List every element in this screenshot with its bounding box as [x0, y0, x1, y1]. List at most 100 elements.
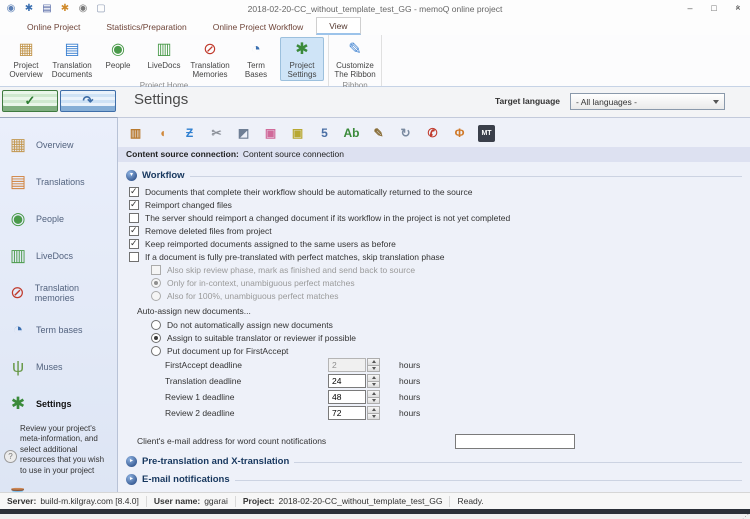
spinner-up-button[interactable] [367, 358, 380, 366]
sidebar-item-label: People [36, 214, 64, 224]
resize-grip[interactable]: ⋰ [742, 513, 749, 519]
checkbox-label[interactable]: Remove deleted files from project [145, 226, 272, 236]
penalty-settings-icon[interactable]: ✆ [424, 125, 441, 142]
skip-option-label[interactable]: Also skip review phase, mark as finished… [167, 265, 415, 275]
skip-option-control[interactable] [151, 291, 161, 301]
maximize-button[interactable]: □ [702, 1, 726, 17]
memoq-app-icon[interactable]: ◉ [5, 3, 17, 15]
qa-settings-icon[interactable]: ↻ [397, 125, 414, 142]
sidebar-item-muses[interactable]: ψ Muses [0, 348, 117, 385]
project-list-icon[interactable]: ▤ [41, 3, 53, 15]
client-email-input[interactable] [455, 434, 575, 449]
fonts-settings-icon[interactable]: Φ [451, 125, 468, 142]
lqa-settings-icon[interactable]: ✎ [370, 125, 387, 142]
target-language-dropdown[interactable]: - All languages - [570, 93, 725, 110]
communication-settings-icon[interactable]: ◖ [154, 125, 171, 142]
sidebar-item-icon: ◔ [5, 320, 31, 340]
new-document-icon[interactable]: ▢ [95, 3, 107, 15]
ribbon-button-label: LiveDocs [148, 61, 181, 70]
server-connect-icon[interactable]: ✱ [23, 3, 35, 15]
window-controls: – □ × [678, 1, 750, 17]
skip-option-control[interactable] [151, 265, 161, 275]
checkbox-label[interactable]: The server should reimport a changed doc… [145, 213, 510, 223]
sidebar-item-overview[interactable]: ▦ Overview [0, 126, 117, 163]
people-button[interactable]: ◉ People [96, 37, 140, 81]
section-email-notifications[interactable]: ▸ E-mail notifications [126, 473, 742, 486]
machine-translation-icon[interactable]: MT [478, 125, 495, 142]
radio-label[interactable]: Put document up for FirstAccept [167, 346, 288, 356]
sidebar-item-translations[interactable]: ▤ Translations [0, 163, 117, 200]
checkbox-label[interactable]: Reimport changed files [145, 200, 232, 210]
close-button[interactable]: × [726, 1, 750, 17]
section-pre-translation[interactable]: ▸ Pre-translation and X-translation [126, 455, 742, 468]
deadline-input[interactable]: 2 [328, 358, 366, 372]
spinner-up-button[interactable] [367, 390, 380, 398]
checkbox[interactable] [129, 252, 139, 262]
term-bases-button[interactable]: ◔ Term Bases [234, 37, 278, 81]
spinner-down-button[interactable] [367, 366, 380, 373]
filter-configurations-icon[interactable]: ▣ [289, 125, 306, 142]
livedocs-button[interactable]: ▥ LiveDocs [142, 37, 186, 81]
spinner-down-button[interactable] [367, 398, 380, 405]
ribbon-tab[interactable]: Online Project Workflow [200, 18, 317, 35]
project-settings-button[interactable]: ✱ Project Settings [280, 37, 324, 81]
checkbox-label[interactable]: Documents that complete their workflow s… [145, 187, 472, 197]
radio-button[interactable] [151, 346, 161, 356]
skip-option-control[interactable] [151, 278, 161, 288]
server-settings-gear-icon[interactable]: ✱ [59, 3, 71, 15]
segmentation-rules-icon[interactable]: ✂ [208, 125, 225, 142]
workflow-checkbox-row: The server should reimport a changed doc… [129, 211, 750, 224]
spinner-up-button[interactable] [367, 374, 380, 382]
sidebar-item-icon: ⊘ [5, 283, 30, 303]
deadline-input[interactable]: 24 [328, 374, 366, 388]
radio-label[interactable]: Do not automatically assign new document… [167, 320, 333, 330]
page-header: ✓ ↷ Settings Target language - All langu… [0, 87, 750, 117]
category-label: Content source connection: [126, 149, 239, 159]
deadline-input[interactable]: 48 [328, 390, 366, 404]
sidebar-item-people[interactable]: ◉ People [0, 200, 117, 237]
spelling-settings-icon[interactable]: Ab [343, 125, 360, 142]
apply-button[interactable]: ✓ [2, 90, 58, 112]
ribbon-tab[interactable]: Statistics/Preparation [93, 18, 199, 35]
radio-button[interactable] [151, 333, 161, 343]
sidebar-item-translation-memories[interactable]: ⊘ Translation memories [0, 274, 117, 311]
auto-translation-rules-icon[interactable]: ◩ [235, 125, 252, 142]
sidebar-item-livedocs[interactable]: ▥ LiveDocs [0, 237, 117, 274]
checkbox[interactable] [129, 200, 139, 210]
section-workflow-header[interactable]: ▾ Workflow [126, 170, 742, 181]
spinner-down-button[interactable] [367, 414, 380, 421]
checkbox[interactable] [129, 213, 139, 223]
export-path-rules-icon[interactable]: ▣ [262, 125, 279, 142]
people-quick-icon[interactable]: ◉ [77, 3, 89, 15]
translation-memories-button[interactable]: ⊘ Translation Memories [188, 37, 232, 81]
customize-ribbon-button[interactable]: ✎ Customize The Ribbon [333, 37, 377, 81]
skip-option-label[interactable]: Only for in-context, unambiguous perfect… [167, 278, 355, 288]
workflow-checkbox-row: Documents that complete their workflow s… [129, 185, 750, 198]
spinner-up-button[interactable] [367, 406, 380, 414]
checkbox[interactable] [129, 239, 139, 249]
deadline-input[interactable]: 72 [328, 406, 366, 420]
ribbon-tab[interactable]: View [316, 17, 360, 35]
radio-label[interactable]: Assign to suitable translator or reviewe… [167, 333, 356, 343]
general-settings-icon[interactable]: ▥ [127, 125, 144, 142]
refresh-button[interactable]: ↷ [60, 90, 116, 112]
number-formats-icon[interactable]: 5 [316, 125, 333, 142]
project-overview-button[interactable]: ▦ Project Overview [4, 37, 48, 81]
workflow-status-icon[interactable]: Ƶ [181, 125, 198, 142]
checkbox[interactable] [129, 187, 139, 197]
spinner-down-button[interactable] [367, 382, 380, 389]
radio-button[interactable] [151, 320, 161, 330]
sidebar-item-settings[interactable]: ✱ Settings [0, 385, 117, 422]
sidebar-item-term-bases[interactable]: ◔ Term bases [0, 311, 117, 348]
workflow-checkbox-row: Reimport changed files [129, 198, 750, 211]
minimize-button[interactable]: – [678, 1, 702, 17]
checkbox-label[interactable]: If a document is fully pre-translated wi… [145, 252, 445, 262]
ribbon-tab[interactable]: Online Project [14, 18, 93, 35]
help-icon[interactable]: ? [4, 450, 17, 463]
checkbox-label[interactable]: Keep reimported documents assigned to th… [145, 239, 396, 249]
checkbox[interactable] [129, 226, 139, 236]
skip-option-label[interactable]: Also for 100%, unambiguous perfect match… [167, 291, 339, 301]
translation-documents-button[interactable]: ▤ Translation Documents [50, 37, 94, 81]
ribbon-button-icon: ◉ [111, 39, 125, 61]
ribbon-button-icon: ◔ [251, 39, 261, 61]
